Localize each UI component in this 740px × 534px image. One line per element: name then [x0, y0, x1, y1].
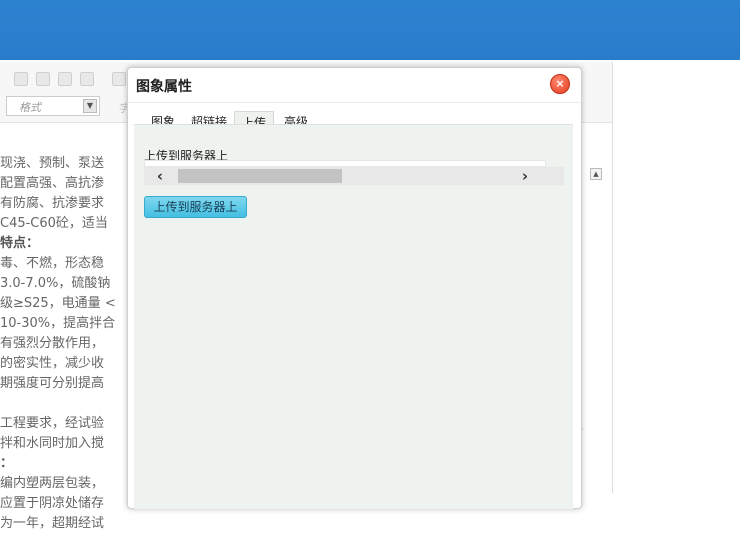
- content-line: 拌和水同时加入搅: [0, 436, 105, 451]
- horizontal-scrollbar[interactable]: ‹ ›: [144, 167, 564, 185]
- scroll-left-arrow-icon[interactable]: ‹: [150, 167, 170, 185]
- chevron-down-icon[interactable]: ▼: [83, 99, 97, 113]
- format-select[interactable]: 格式 ▼: [6, 96, 100, 116]
- image-properties-dialog: 图象属性 × 图象 超链接 上传 高级 上传到服务器上 ‹ › 上传到服务器上: [127, 67, 582, 509]
- app-header-bar: [0, 0, 740, 60]
- content-line: 编内塑两层包装，: [0, 476, 105, 491]
- upload-panel: 上传到服务器上 ‹ › 上传到服务器上: [134, 124, 573, 509]
- content-line: 现浇、预制、泵送: [0, 156, 105, 171]
- content-line: 应置于阴凉处储存: [0, 496, 105, 511]
- editor-content[interactable]: 现浇、预制、泵送 配置高强、高抗渗 有防腐、抗渗要求 C45-C60砼，适当 特点： 毒、…: [0, 154, 130, 534]
- content-line: 配置高强、高抗渗: [0, 176, 105, 191]
- scroll-up-arrow-icon[interactable]: ▲: [590, 168, 602, 180]
- content-line: 毒、不燃，形态稳: [0, 256, 105, 271]
- scroll-right-arrow-icon[interactable]: ›: [515, 167, 535, 185]
- content-line: 有强烈分散作用，: [0, 336, 105, 351]
- close-icon[interactable]: ×: [550, 74, 570, 94]
- content-line: 的密实性，减少收: [0, 356, 105, 371]
- title-divider: [128, 102, 581, 103]
- content-line: 10-30%，提高拌合: [0, 316, 116, 331]
- file-input[interactable]: [144, 160, 546, 167]
- content-line: ：: [0, 456, 14, 471]
- content-line: 工程要求，经试验: [0, 416, 105, 431]
- format-select-label: 格式: [19, 101, 41, 114]
- upload-to-server-button[interactable]: 上传到服务器上: [144, 196, 247, 218]
- paste-word-icon[interactable]: [80, 72, 94, 86]
- content-line: 期强度可分别提高: [0, 376, 105, 391]
- copy-icon[interactable]: [14, 72, 28, 86]
- paste-icon[interactable]: [36, 72, 50, 86]
- content-line: C45-C60砼，适当: [0, 216, 108, 231]
- scrollbar-thumb[interactable]: [178, 169, 342, 183]
- content-line: 级≥S25，电通量 <: [0, 296, 116, 311]
- content-line: [0, 394, 130, 414]
- print-icon[interactable]: [112, 72, 126, 86]
- content-line: 3.0-7.0%，硫酸钠: [0, 276, 111, 291]
- content-line: 特点：: [0, 236, 40, 251]
- content-line: 为一年，超期经试: [0, 516, 105, 531]
- content-line: 有防腐、抗渗要求: [0, 196, 105, 211]
- dialog-title: 图象属性: [136, 79, 192, 95]
- paste-text-icon[interactable]: [58, 72, 72, 86]
